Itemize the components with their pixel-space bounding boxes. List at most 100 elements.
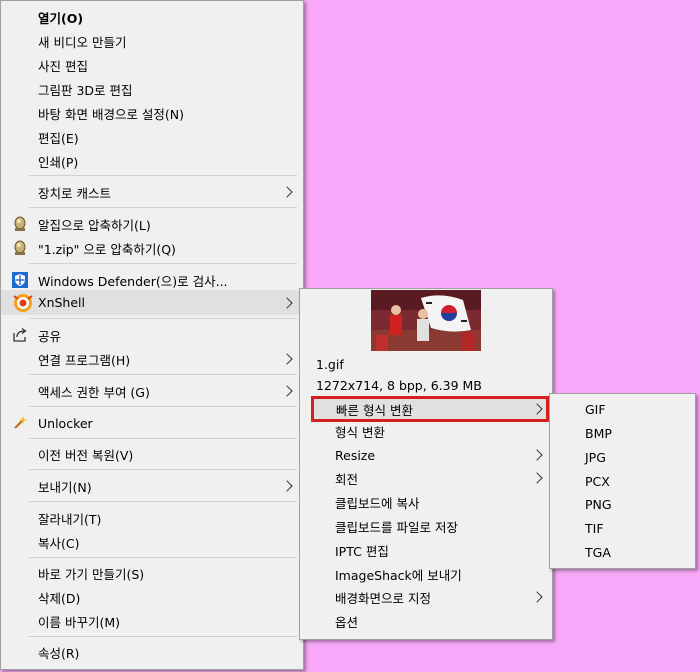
- menu-options[interactable]: 옵션: [300, 609, 552, 633]
- format-bmp-label: BMP: [585, 425, 612, 441]
- menu-copy[interactable]: 복사(C): [1, 530, 303, 554]
- menu-set-wallpaper-label: 바탕 화면 배경으로 설정(N): [38, 106, 185, 122]
- menu-convert-label: 형식 변환: [335, 424, 385, 440]
- menu-edit-photo[interactable]: 사진 편집: [1, 53, 303, 77]
- menu-restore[interactable]: 이전 버전 복원(V): [1, 442, 303, 466]
- menu-imageshack-label: ImageShack에 보내기: [335, 567, 462, 583]
- format-bmp[interactable]: BMP: [550, 421, 695, 445]
- chevron-right-icon: [531, 472, 543, 484]
- menu-copy-clipboard-label: 클립보드에 복사: [335, 495, 420, 511]
- menu-copy-label: 복사(C): [38, 535, 80, 551]
- menu-properties[interactable]: 속성(R): [1, 640, 303, 664]
- separator: [29, 406, 297, 407]
- format-jpg-label: JPG: [585, 449, 606, 465]
- menu-new-video[interactable]: 새 비디오 만들기: [1, 29, 303, 53]
- menu-iptc[interactable]: IPTC 편집: [300, 538, 552, 562]
- menu-give-access[interactable]: 액세스 권한 부여 (G): [1, 379, 303, 403]
- menu-edit-label: 편집(E): [38, 130, 79, 146]
- main-context-menu: 열기(O) 새 비디오 만들기 사진 편집 그림판 3D로 편집 바탕 화면 배…: [0, 0, 304, 670]
- menu-alzip-named-label: "1.zip" 으로 압축하기(Q): [38, 241, 176, 257]
- format-gif[interactable]: GIF: [550, 397, 695, 421]
- menu-xnshell-label: XnShell: [38, 295, 85, 310]
- menu-delete[interactable]: 삭제(D): [1, 585, 303, 609]
- menu-set-wallpaper[interactable]: 바탕 화면 배경으로 설정(N): [1, 101, 303, 125]
- menu-rotate[interactable]: 회전: [300, 466, 552, 490]
- menu-rotate-label: 회전: [335, 471, 359, 487]
- menu-create-shortcut[interactable]: 바로 가기 만들기(S): [1, 561, 303, 585]
- format-pcx[interactable]: PCX: [550, 469, 695, 493]
- menu-paint3d-label: 그림판 3D로 편집: [38, 82, 133, 98]
- menu-xnshell[interactable]: XnShell: [1, 290, 303, 315]
- menu-share-label: 공유: [38, 328, 62, 344]
- menu-alzip[interactable]: 알집으로 압축하기(L): [1, 212, 303, 236]
- format-jpg[interactable]: JPG: [550, 445, 695, 469]
- menu-cast[interactable]: 장치로 캐스트: [1, 180, 303, 204]
- menu-defender-label: Windows Defender(으)로 검사...: [38, 273, 228, 289]
- chevron-right-icon: [281, 297, 293, 309]
- menu-cast-label: 장치로 캐스트: [38, 185, 111, 201]
- menu-paint3d[interactable]: 그림판 3D로 편집: [1, 77, 303, 101]
- image-thumbnail: [371, 290, 481, 351]
- menu-open[interactable]: 열기(O): [1, 5, 303, 29]
- menu-options-label: 옵션: [335, 614, 359, 630]
- menu-properties-label: 속성(R): [38, 645, 80, 661]
- menu-quick-convert-label: 빠른 형식 변환: [336, 402, 413, 418]
- format-tif[interactable]: TIF: [550, 516, 695, 540]
- menu-defender[interactable]: Windows Defender(으)로 검사...: [1, 268, 303, 292]
- menu-imageshack[interactable]: ImageShack에 보내기: [300, 562, 552, 586]
- chevron-right-icon: [531, 449, 543, 461]
- menu-convert[interactable]: 형식 변환: [300, 419, 552, 443]
- format-png-label: PNG: [585, 496, 612, 512]
- separator: [29, 175, 297, 176]
- menu-open-label: 열기(O): [38, 10, 84, 26]
- menu-clipboard-to-file[interactable]: 클립보드를 파일로 저장: [300, 514, 552, 538]
- menu-print-label: 인쇄(P): [38, 154, 79, 170]
- menu-xn-set-wallpaper-label: 배경화면으로 지정: [335, 590, 431, 606]
- windows-defender-icon: [12, 272, 28, 288]
- menu-restore-label: 이전 버전 복원(V): [38, 447, 134, 463]
- menu-resize[interactable]: Resize: [300, 443, 552, 467]
- menu-unlocker-label: Unlocker: [38, 415, 93, 431]
- format-png[interactable]: PNG: [550, 492, 695, 516]
- menu-edit[interactable]: 편집(E): [1, 125, 303, 149]
- share-icon: [12, 327, 28, 343]
- alzip-icon: [12, 240, 28, 256]
- file-info-label: 1272x714, 8 bpp, 6.39 MB: [316, 377, 482, 393]
- menu-xn-set-wallpaper[interactable]: 배경화면으로 지정: [300, 585, 552, 609]
- chevron-right-icon: [281, 353, 293, 365]
- xnshell-icon: [12, 293, 34, 313]
- menu-create-shortcut-label: 바로 가기 만들기(S): [38, 566, 145, 582]
- format-tif-label: TIF: [585, 520, 604, 536]
- menu-cut[interactable]: 잘라내기(T): [1, 506, 303, 530]
- menu-rename[interactable]: 이름 바꾸기(M): [1, 609, 303, 633]
- xnshell-submenu: 1.gif 1272x714, 8 bpp, 6.39 MB 빠른 형식 변환 …: [299, 288, 553, 640]
- menu-alzip-named[interactable]: "1.zip" 으로 압축하기(Q): [1, 236, 303, 260]
- menu-open-with[interactable]: 연결 프로그램(H): [1, 347, 303, 371]
- menu-copy-clipboard[interactable]: 클립보드에 복사: [300, 490, 552, 514]
- format-pcx-label: PCX: [585, 473, 610, 489]
- alzip-icon: [12, 216, 28, 232]
- separator: [29, 263, 297, 264]
- menu-cut-label: 잘라내기(T): [38, 511, 102, 527]
- format-tga-label: TGA: [585, 544, 611, 560]
- chevron-right-icon: [281, 186, 293, 198]
- menu-alzip-label: 알집으로 압축하기(L): [38, 217, 151, 233]
- menu-unlocker[interactable]: Unlocker: [1, 411, 303, 435]
- menu-resize-label: Resize: [335, 447, 376, 463]
- menu-send-to[interactable]: 보내기(N): [1, 474, 303, 498]
- separator: [29, 207, 297, 208]
- menu-share[interactable]: 공유: [1, 323, 303, 347]
- unlocker-wand-icon: [12, 415, 28, 431]
- format-tga[interactable]: TGA: [550, 540, 695, 564]
- menu-give-access-label: 액세스 권한 부여 (G): [38, 384, 150, 400]
- chevron-right-icon: [281, 480, 293, 492]
- menu-iptc-label: IPTC 편집: [335, 543, 389, 559]
- separator: [29, 501, 297, 502]
- chevron-right-icon: [531, 403, 543, 415]
- separator: [29, 374, 297, 375]
- menu-print[interactable]: 인쇄(P): [1, 149, 303, 173]
- separator: [29, 636, 297, 637]
- file-info: 1272x714, 8 bpp, 6.39 MB: [300, 373, 552, 397]
- separator: [29, 318, 297, 319]
- menu-new-video-label: 새 비디오 만들기: [38, 34, 127, 50]
